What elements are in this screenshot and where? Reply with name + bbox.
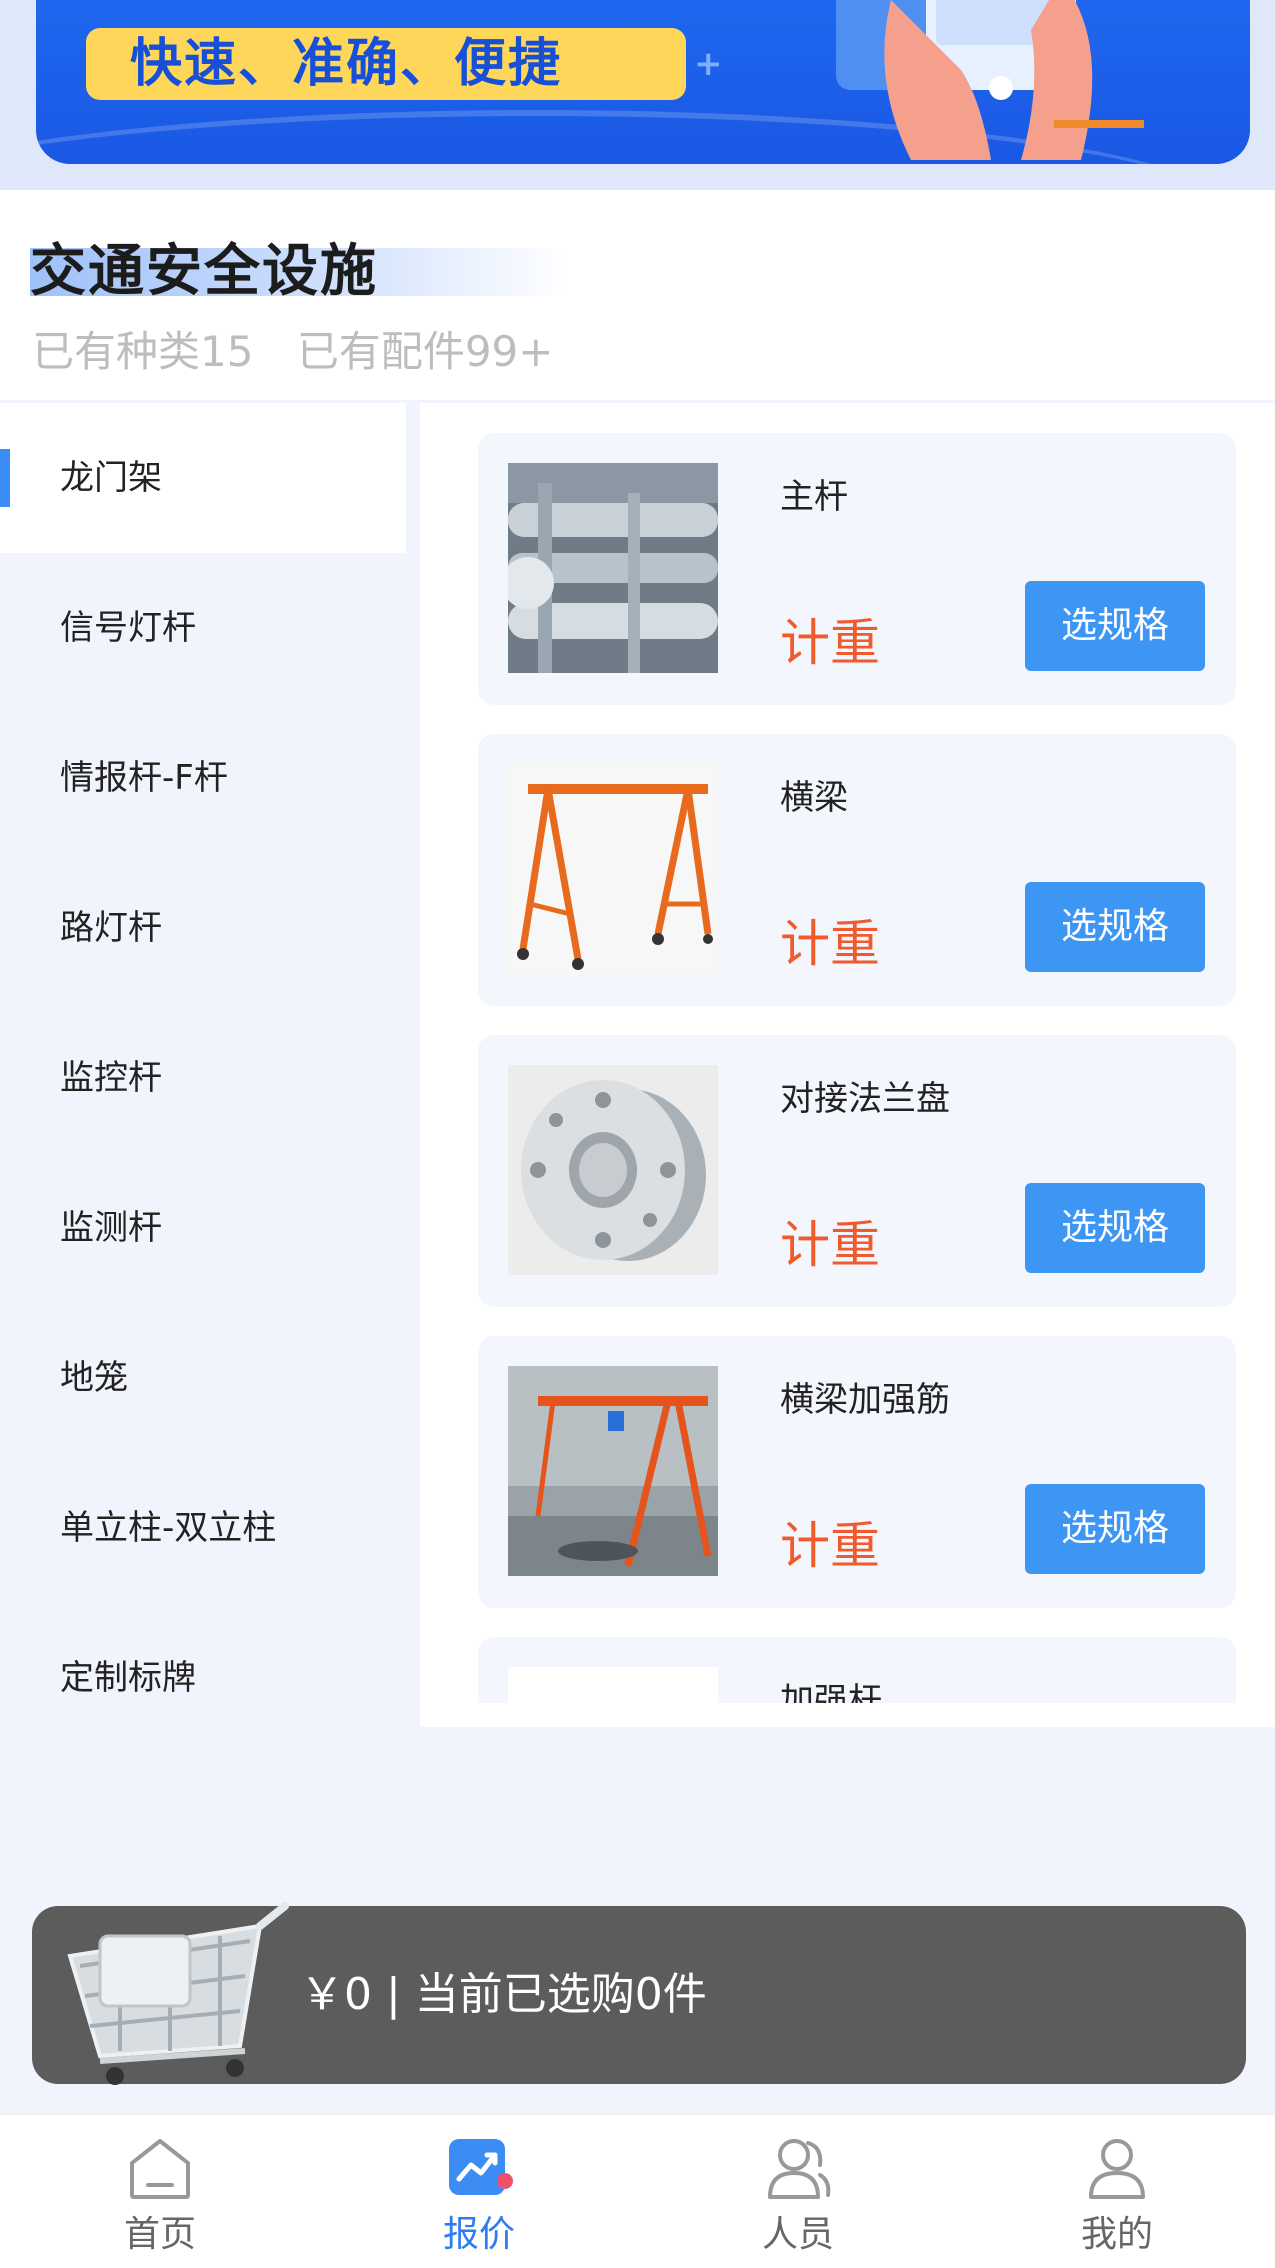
product-price: 计重 [780,1517,880,1575]
product-card[interactable]: 横梁 计重 选规格 [478,734,1236,1006]
sidebar-item-custom-sign[interactable]: 定制标牌 [0,1603,406,1753]
product-card[interactable]: 对接法兰盘 计重 选规格 [478,1035,1236,1307]
tab-label: 报价 [442,2214,515,2255]
product-image-galvanized-pipes[interactable] [508,463,718,673]
shopping-cart-icon[interactable] [60,1896,290,2096]
banner-slogan: 快速、准确、便捷 [86,28,686,100]
product-price: 计重 [780,1216,880,1274]
product-name: 横梁 [780,778,848,818]
product-list[interactable]: 主杆 计重 选规格 横梁 计重 选规格 对接法兰盘 计重 选规格 横梁加强筋 计… [420,403,1275,1703]
quote-chart-icon [449,2139,513,2195]
sidebar-item-gantry[interactable]: 龙门架 [0,403,406,553]
select-spec-button[interactable]: 选规格 [1025,1484,1205,1574]
category-stats: 已有种类15 已有配件99+ [32,318,553,379]
sidebar-item-column[interactable]: 单立柱-双立柱 [0,1453,406,1603]
sidebar-item-info-pole[interactable]: 情报杆-F杆 [0,703,406,853]
tab-label: 首页 [123,2214,196,2255]
sidebar-item-camera-pole[interactable]: 监控杆 [0,1003,406,1153]
cart-summary: ￥0 | 当前已选购0件 [300,1969,707,2020]
product-name: 主杆 [780,477,848,517]
product-name: 横梁加强筋 [780,1380,950,1420]
product-name: 对接法兰盘 [780,1079,950,1119]
product-image-orange-gantry[interactable] [508,764,718,974]
stat-kinds: 已有种类15 [32,327,254,376]
product-card[interactable]: 横梁加强筋 计重 选规格 [478,1336,1236,1608]
banner-area: 快速、准确、便捷 + [0,0,1275,190]
people-icon [768,2139,831,2199]
product-image-gantry-workshop[interactable] [508,1366,718,1576]
tab-label: 我的 [1080,2214,1153,2255]
tab-quote[interactable]: 报价 [379,2115,579,2268]
product-card[interactable]: 主杆 计重 选规格 [478,433,1236,705]
promo-banner[interactable]: 快速、准确、便捷 + [36,0,1250,164]
category-sidebar: 龙门架 信号灯杆 情报杆-F杆 路灯杆 监控杆 监测杆 地笼 单立柱-双立柱 定… [0,403,420,1727]
stat-parts: 已有配件99+ [296,327,554,376]
page-title: 交通安全设施 [30,239,378,304]
tab-people[interactable]: 人员 [698,2115,898,2268]
tab-label: 人员 [761,2214,834,2255]
select-spec-button[interactable]: 选规格 [1025,882,1205,972]
product-name: 加强杆 [780,1681,882,1703]
sidebar-item-street-light[interactable]: 路灯杆 [0,853,406,1003]
profile-icon [1089,2139,1145,2199]
product-price: 计重 [780,614,880,672]
product-image[interactable] [508,1667,718,1703]
select-spec-button[interactable]: 选规格 [1025,1183,1205,1273]
tab-home[interactable]: 首页 [60,2115,260,2268]
select-spec-button[interactable]: 选规格 [1025,581,1205,671]
sparkle-plus-icon: + [694,44,723,84]
product-price: 计重 [780,915,880,973]
sidebar-item-signal-pole[interactable]: 信号灯杆 [0,553,406,703]
bottom-tab-bar: 首页 报价 人员 我的 [0,2114,1275,2268]
home-icon [130,2139,190,2199]
tab-profile[interactable]: 我的 [1017,2115,1217,2268]
product-image-steel-flange[interactable] [508,1065,718,1275]
hand-holding-phone-illustration [836,0,1144,160]
sidebar-item-monitor-pole[interactable]: 监测杆 [0,1153,406,1303]
sidebar-item-foundation-cage[interactable]: 地笼 [0,1303,406,1453]
product-card[interactable]: 加强杆 [478,1637,1236,1703]
